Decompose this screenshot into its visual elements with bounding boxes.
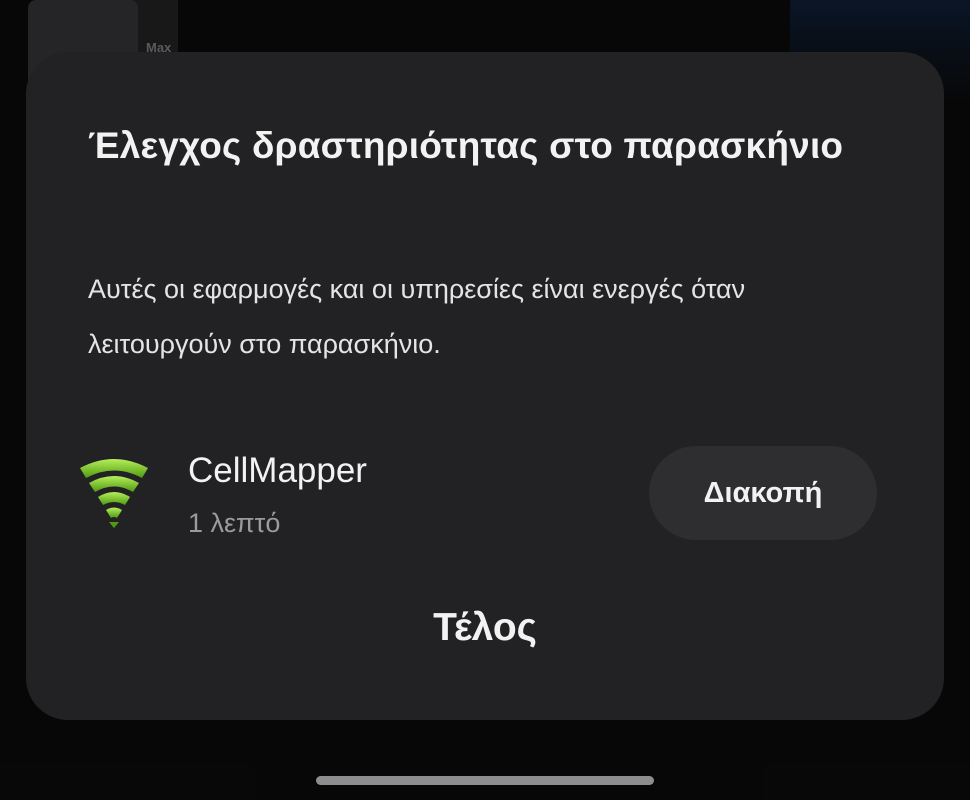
- stop-button[interactable]: Διακοπή: [649, 446, 877, 540]
- gesture-navigation-handle[interactable]: [316, 776, 654, 785]
- background-activity-dialog: Έλεγχος δραστηριότητας στο παρασκήνιο Αυ…: [26, 52, 944, 720]
- app-name: CellMapper: [188, 451, 367, 490]
- dialog-title: Έλεγχος δραστηριότητας στο παρασκήνιο: [88, 125, 844, 166]
- app-list-item: CellMapper 1 λεπτό Διακοπή: [72, 442, 902, 552]
- app-active-duration: 1 λεπτό: [188, 508, 281, 538]
- cellmapper-signal-icon: [80, 459, 148, 528]
- dialog-description: Αυτές οι εφαρμογές και οι υπηρεσίες είνα…: [88, 274, 746, 359]
- done-button[interactable]: Τέλος: [385, 590, 585, 666]
